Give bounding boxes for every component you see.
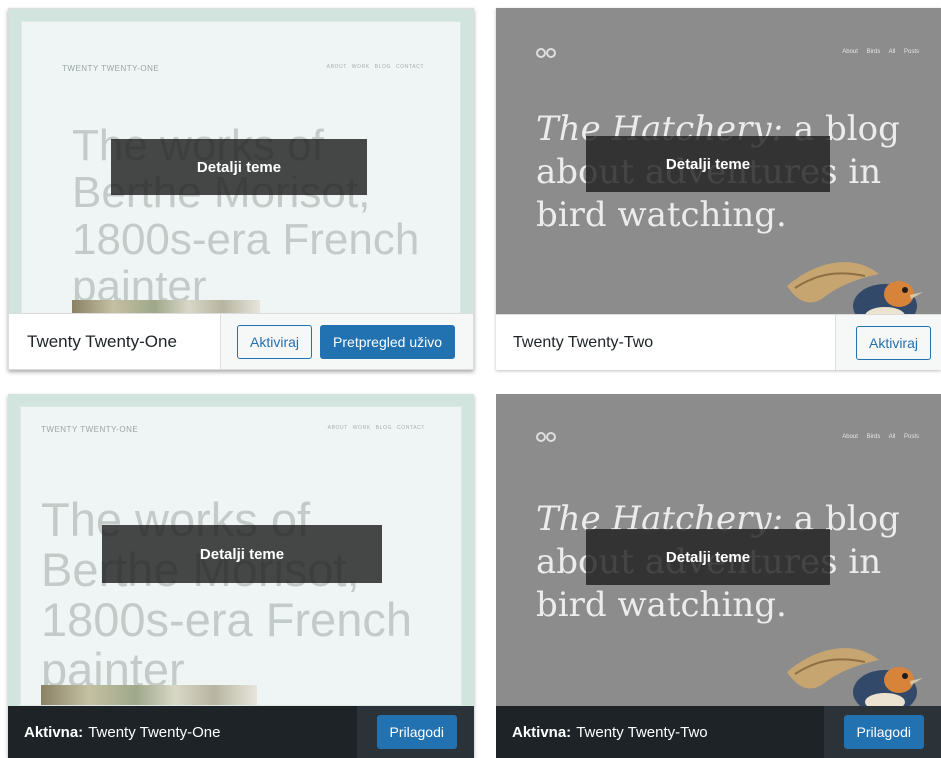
- preview-nav: About Birds All Posts: [842, 49, 919, 55]
- customize-button[interactable]: Prilagodi: [376, 715, 457, 749]
- preview-site-title: TWENTY TWENTY-ONE: [41, 425, 139, 434]
- live-preview-button[interactable]: Pretpregled uživo: [320, 324, 455, 359]
- theme-info-bar: Twenty Twenty-Two Aktiviraj: [496, 314, 941, 370]
- twenty-twenty-two-logo-icon: [536, 48, 558, 58]
- activate-button[interactable]: Aktiviraj: [237, 324, 313, 359]
- bird-illustration-icon: [787, 648, 923, 706]
- theme-card-twenty-twenty-one[interactable]: TWENTY TWENTY-ONE ABOUT WORK BLOG CONTAC…: [8, 8, 474, 370]
- active-label: Aktivna:: [24, 723, 84, 741]
- theme-actions: Prilagodi: [356, 706, 474, 758]
- theme-card-twenty-twenty-two[interactable]: About Birds All Posts The Hatchery: a bl…: [496, 8, 941, 370]
- theme-name: Aktivna: Twenty Twenty-Two: [512, 706, 708, 758]
- preview-nav: About Birds All Posts: [842, 434, 919, 440]
- preview-painting-image: [41, 685, 257, 705]
- preview-site-title: TWENTY TWENTY-ONE: [62, 64, 160, 73]
- theme-name: Twenty Twenty-Two: [513, 333, 654, 351]
- theme-name: Twenty Twenty-One: [27, 331, 177, 351]
- twenty-twenty-two-logo-icon: [536, 432, 558, 442]
- preview-nav: ABOUT WORK BLOG CONTACT: [327, 425, 425, 431]
- active-theme-name: Twenty Twenty-Two: [576, 723, 708, 741]
- activate-button[interactable]: Aktiviraj: [855, 325, 931, 360]
- active-label: Aktivna:: [512, 723, 572, 741]
- preview-nav: ABOUT WORK BLOG CONTACT: [326, 64, 424, 70]
- customize-button[interactable]: Prilagodi: [843, 715, 924, 749]
- bird-illustration-icon: [787, 262, 923, 314]
- theme-actions: Aktiviraj: [834, 315, 941, 370]
- theme-details-overlay[interactable]: Detalji teme: [586, 136, 830, 192]
- theme-name: Aktivna: Twenty Twenty-One: [24, 706, 220, 758]
- active-theme-bar: Aktivna: Twenty Twenty-Two Prilagodi: [496, 706, 941, 758]
- theme-actions: Prilagodi: [823, 706, 941, 758]
- theme-card-twenty-twenty-one-active[interactable]: TWENTY TWENTY-ONE ABOUT WORK BLOG CONTAC…: [8, 394, 474, 758]
- preview-painting-image: [72, 300, 260, 314]
- theme-actions: Aktiviraj Pretpregled uživo: [220, 314, 473, 369]
- active-theme-name: Twenty Twenty-One: [88, 723, 221, 741]
- theme-info-bar: Twenty Twenty-One Aktiviraj Pretpregled …: [9, 313, 473, 369]
- active-theme-bar: Aktivna: Twenty Twenty-One Prilagodi: [8, 706, 474, 758]
- theme-details-overlay[interactable]: Detalji teme: [102, 525, 382, 583]
- theme-details-overlay[interactable]: Detalji teme: [586, 529, 830, 585]
- theme-card-twenty-twenty-two-active[interactable]: About Birds All Posts The Hatchery: a bl…: [496, 394, 941, 758]
- theme-details-overlay[interactable]: Detalji teme: [111, 139, 367, 195]
